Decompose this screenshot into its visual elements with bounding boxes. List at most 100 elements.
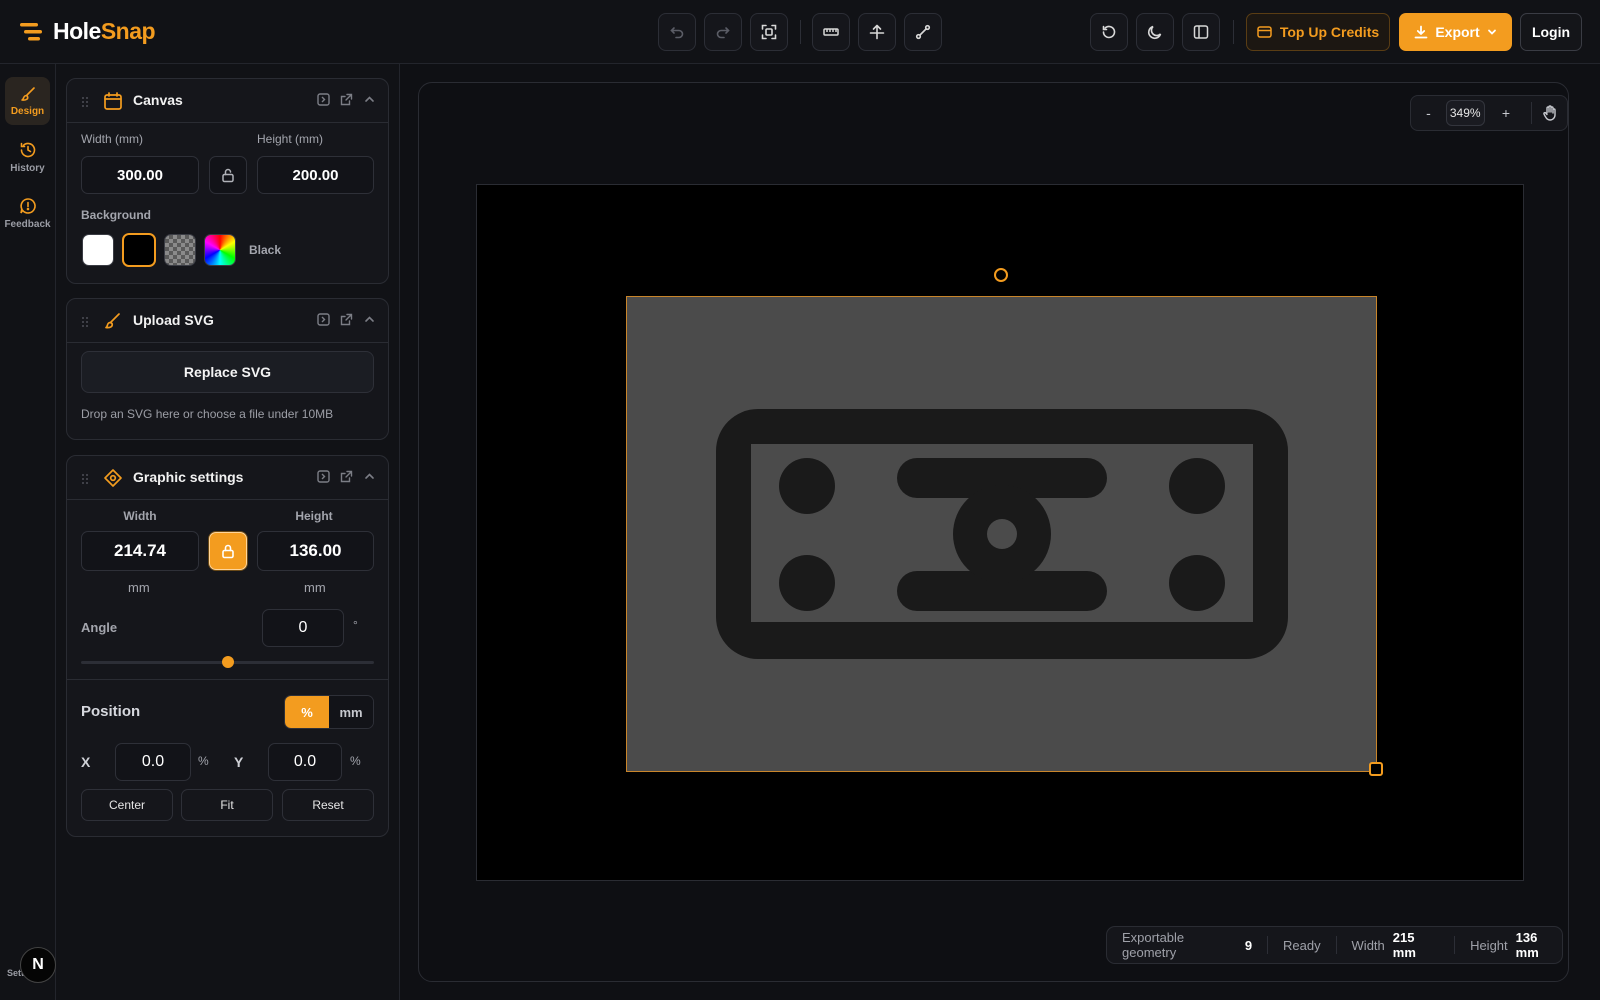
graphic-height-input[interactable]: 136.00	[257, 531, 374, 571]
theme-toggle-button[interactable]	[1136, 13, 1174, 51]
status-divider	[1454, 936, 1456, 954]
zoom-control: - 349% +	[1410, 95, 1568, 131]
zoom-out-button[interactable]: -	[1411, 105, 1446, 121]
graphic-aspect-lock-button[interactable]	[209, 532, 247, 570]
background-selected-label: Black	[249, 243, 282, 257]
status-height-value: 136 mm	[1515, 930, 1539, 960]
section-divider	[67, 679, 388, 680]
selected-graphic[interactable]	[626, 296, 1377, 772]
rotate-handle[interactable]	[994, 268, 1008, 282]
move-tool-button[interactable]	[858, 13, 896, 51]
x-label: X	[81, 754, 91, 770]
drag-handle-icon[interactable]	[81, 96, 89, 108]
app-name: HoleSnap	[53, 18, 156, 44]
resize-handle[interactable]	[1369, 762, 1383, 776]
chevron-up-icon[interactable]	[363, 93, 376, 106]
card-actions	[317, 313, 376, 326]
rotate-reset-button[interactable]	[1090, 13, 1128, 51]
diamond-target-icon	[104, 469, 122, 487]
card-actions	[317, 470, 376, 483]
position-x-input[interactable]: 0.0	[115, 743, 191, 781]
position-unit-toggle: % mm	[284, 695, 374, 729]
popout-icon[interactable]	[340, 313, 353, 326]
background-label: Background	[81, 208, 152, 222]
calendar-frame-icon	[104, 92, 122, 110]
angle-slider-handle[interactable]	[222, 656, 234, 668]
status-height-label: Height	[1470, 937, 1508, 953]
card-actions	[317, 93, 376, 106]
bg-swatch-custom-color[interactable]	[204, 234, 236, 266]
chevron-up-icon[interactable]	[363, 313, 376, 326]
refresh-icon	[1102, 25, 1116, 39]
canvas-card-header[interactable]: Canvas	[67, 79, 388, 123]
height-unit-label: mm	[304, 580, 326, 595]
ruler-button[interactable]	[812, 13, 850, 51]
unlock-icon	[222, 168, 234, 182]
bg-swatch-white[interactable]	[82, 234, 114, 266]
top-up-credits-button[interactable]: Top Up Credits	[1246, 13, 1390, 51]
position-y-input[interactable]: 0.0	[268, 743, 342, 781]
angle-label: Angle	[81, 620, 118, 635]
canvas-card-title: Canvas	[133, 92, 183, 108]
toggle-panel-button[interactable]	[1182, 13, 1220, 51]
bg-swatch-black[interactable]	[122, 233, 156, 267]
ruler-icon	[823, 28, 839, 36]
app-logo[interactable]: HoleSnap	[18, 18, 156, 45]
zoom-level[interactable]: 349%	[1445, 100, 1485, 126]
login-button[interactable]: Login	[1520, 13, 1582, 51]
path-tool-button[interactable]	[904, 13, 942, 51]
position-unit-percent[interactable]: %	[285, 696, 329, 728]
graphic-width-label: Width	[123, 509, 157, 523]
zoom-in-button[interactable]: +	[1485, 105, 1528, 121]
reset-button[interactable]: Reset	[282, 789, 374, 821]
hand-icon	[1542, 105, 1556, 121]
fit-to-screen-button[interactable]	[750, 13, 788, 51]
drag-handle-icon[interactable]	[81, 316, 89, 328]
status-width-label: Width	[1351, 937, 1385, 953]
user-avatar[interactable]: N	[20, 947, 56, 983]
width-unit-label: mm	[128, 580, 150, 595]
fit-button[interactable]: Fit	[181, 789, 273, 821]
drag-handle-icon[interactable]	[81, 473, 89, 485]
center-button[interactable]: Center	[81, 789, 173, 821]
canvas-height-label: Height (mm)	[257, 132, 324, 146]
undo-button[interactable]	[658, 13, 696, 51]
rail-item-feedback[interactable]: Feedback	[4, 189, 51, 237]
popout-icon[interactable]	[340, 470, 353, 483]
graphic-card-header[interactable]: Graphic settings	[67, 456, 388, 500]
canvas-width-input[interactable]: 300.00	[81, 156, 199, 194]
dock-icon[interactable]	[317, 93, 330, 106]
popout-icon[interactable]	[340, 93, 353, 106]
status-divider	[1267, 936, 1268, 954]
geometry-label: Exportable geometry	[1122, 930, 1185, 960]
export-button[interactable]: Export	[1399, 13, 1512, 51]
redo-button[interactable]	[704, 13, 742, 51]
position-label: Position	[81, 703, 141, 720]
dock-icon[interactable]	[317, 313, 330, 326]
angle-unit: °	[353, 618, 358, 632]
chevron-down-icon	[1487, 29, 1496, 35]
focus-frame-icon	[761, 24, 777, 40]
angle-input[interactable]: 0	[262, 609, 344, 647]
path-node-icon	[915, 24, 931, 40]
status-state: Ready	[1283, 937, 1321, 953]
bg-swatch-transparent[interactable]	[164, 234, 196, 266]
upload-hint: Drop an SVG here or choose a file under …	[81, 407, 334, 421]
lock-icon	[222, 544, 234, 558]
dock-icon[interactable]	[317, 470, 330, 483]
rail-item-history[interactable]: History	[5, 133, 50, 181]
canvas-aspect-lock-button[interactable]	[209, 156, 247, 194]
pan-tool-button[interactable]	[1532, 105, 1567, 121]
upload-card-header[interactable]: Upload SVG	[67, 299, 388, 343]
rail-item-design[interactable]: Design	[5, 77, 50, 125]
canvas-height-input[interactable]: 200.00	[257, 156, 374, 194]
y-label: Y	[234, 754, 244, 770]
graphic-width-input[interactable]: 214.74	[81, 531, 199, 571]
chevron-up-icon[interactable]	[363, 470, 376, 483]
logo-icon	[20, 22, 42, 40]
status-bar: Exportable geometry 9 Ready Width 215 mm…	[1106, 926, 1563, 964]
position-unit-mm[interactable]: mm	[329, 696, 373, 728]
replace-svg-button[interactable]: Replace SVG	[81, 351, 374, 393]
toolbar-divider	[1233, 20, 1234, 44]
move-arrows-icon	[869, 24, 885, 40]
